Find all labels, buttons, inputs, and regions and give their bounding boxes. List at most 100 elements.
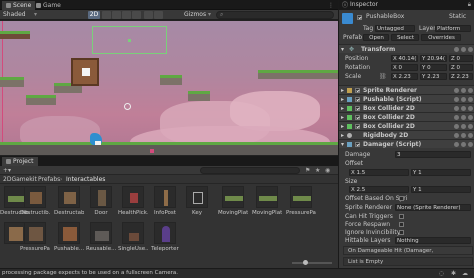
component-enabled-checkbox[interactable]: [355, 115, 360, 120]
scene-view[interactable]: [0, 21, 338, 155]
layer-dropdown[interactable]: Platform: [435, 25, 471, 32]
force-respawn-checkbox[interactable]: [399, 222, 404, 227]
lock-icon[interactable]: 🔒︎: [468, 0, 471, 9]
tab-menu-icon[interactable]: ⋮: [328, 2, 334, 9]
slider-knob[interactable]: [303, 260, 308, 265]
component-menu-icons[interactable]: [454, 88, 473, 93]
can-hit-checkbox[interactable]: [399, 214, 404, 219]
component-header-box-collider[interactable]: ▸ Box Collider 2D: [339, 121, 474, 130]
breadcrumb-item[interactable]: Prefabs: [38, 176, 60, 183]
damage-field[interactable]: 3: [395, 151, 471, 158]
breadcrumb-item[interactable]: Interactables: [66, 176, 105, 183]
position-x-field[interactable]: X 40.14(: [391, 55, 418, 62]
component-enabled-checkbox[interactable]: [355, 97, 360, 102]
offset-y-field[interactable]: Y 1: [411, 169, 471, 176]
object-name-field[interactable]: PushableBox: [366, 13, 404, 20]
asset-item[interactable]: Destructib...: [20, 186, 50, 216]
gizmos-dropdown[interactable]: Gizmos: [184, 11, 206, 19]
2d-toggle[interactable]: 2D: [88, 11, 100, 19]
active-checkbox[interactable]: [357, 15, 362, 20]
tab-project[interactable]: Project: [2, 157, 38, 166]
shading-dropdown[interactable]: Shaded: [3, 11, 26, 19]
scale-z-field[interactable]: Z 2.23: [449, 73, 473, 80]
prefab-overrides-dropdown[interactable]: Overrides: [421, 34, 461, 41]
hidden-objects-toggle[interactable]: [132, 11, 141, 19]
asset-item[interactable]: InfoPost: [150, 186, 180, 216]
component-enabled-checkbox[interactable]: [355, 88, 360, 93]
component-menu-icons[interactable]: [454, 47, 473, 52]
prefab-select-button[interactable]: Select: [391, 34, 419, 41]
asset-item[interactable]: Teleporter: [150, 222, 180, 252]
script-icon: [347, 97, 352, 102]
sprite-renderer-field[interactable]: None (Sprite Renderer): [395, 204, 471, 211]
tag-dropdown[interactable]: Untagged: [375, 25, 415, 32]
selection-rect[interactable]: [92, 26, 167, 54]
offset-sprite-checkbox[interactable]: [399, 196, 404, 201]
size-y-field[interactable]: Y 1: [411, 186, 471, 193]
size-x-field[interactable]: X 2.5: [349, 186, 409, 193]
ignore-invincibility-checkbox[interactable]: [399, 230, 404, 235]
component-enabled-checkbox[interactable]: [355, 142, 360, 147]
asset-item[interactable]: MovingPlat...: [218, 186, 248, 216]
asset-item[interactable]: PressurePad: [20, 222, 50, 252]
hittable-layers-dropdown[interactable]: Nothing: [395, 237, 471, 244]
asset-item[interactable]: Key: [182, 186, 212, 216]
audio-toggle[interactable]: [112, 11, 121, 19]
asset-item[interactable]: Pushable...: [54, 222, 84, 252]
rotation-y-field[interactable]: Y 0: [420, 64, 447, 71]
component-header-damager[interactable]: ▾ Damager (Script): [339, 139, 474, 148]
tab-game[interactable]: Game: [32, 1, 65, 10]
asset-item[interactable]: MovingPlat...: [252, 186, 282, 216]
component-header-box-collider[interactable]: ▸ Box Collider 2D: [339, 112, 474, 121]
component-menu-icons[interactable]: [454, 142, 473, 147]
component-header-pushable[interactable]: ▸ Pushable (Script): [339, 94, 474, 103]
asset-item[interactable]: Destructab...: [54, 186, 84, 216]
component-header-sprite-renderer[interactable]: ▸ Sprite Renderer: [339, 85, 474, 94]
position-z-field[interactable]: Z 0: [449, 55, 473, 62]
asset-item[interactable]: PressurePad: [286, 186, 316, 216]
asset-item[interactable]: SingleUse...: [118, 222, 148, 252]
status-message[interactable]: processing package expects to be used on…: [2, 270, 178, 276]
prefab-open-button[interactable]: Open: [363, 34, 389, 41]
add-icon[interactable]: +▾: [3, 167, 11, 174]
component-menu-icons[interactable]: [454, 115, 473, 120]
component-title: Damager (Script): [363, 141, 422, 148]
scale-x-field[interactable]: X 2.23: [391, 73, 418, 80]
rotation-z-field[interactable]: Z 0: [449, 64, 473, 71]
component-menu-icons[interactable]: [454, 133, 473, 138]
component-enabled-checkbox[interactable]: [355, 106, 360, 111]
effects-toggle[interactable]: [122, 11, 131, 19]
project-search-input[interactable]: [200, 167, 300, 174]
grid-icon[interactable]: [154, 11, 163, 19]
asset-item[interactable]: Reusable...: [86, 222, 116, 252]
camera-icon[interactable]: [144, 11, 153, 19]
transform-gizmo-icon[interactable]: [124, 103, 131, 110]
filter-icon[interactable]: ⚑: [305, 167, 310, 174]
rect-handle[interactable]: [128, 39, 131, 42]
list-empty-label: List is Empty: [348, 259, 384, 265]
component-header-transform[interactable]: ▾ ✥ Transform: [339, 44, 474, 53]
component-header-rigidbody[interactable]: ▸ Rigidbody 2D: [339, 130, 474, 139]
offset-x-field[interactable]: X 1.5: [349, 169, 409, 176]
scale-y-field[interactable]: Y 2.23: [420, 73, 447, 80]
tab-inspector-label[interactable]: Inspector: [350, 0, 378, 9]
pushable-box[interactable]: [71, 58, 99, 86]
asset-item[interactable]: HealthPick...: [118, 186, 148, 216]
thumbnail-size-slider[interactable]: [292, 260, 332, 265]
eye-icon[interactable]: ◉: [325, 167, 330, 174]
star-icon[interactable]: ★: [315, 167, 320, 174]
component-menu-icons[interactable]: [454, 106, 473, 111]
position-y-field[interactable]: Y 20.94(: [420, 55, 447, 62]
link-icon[interactable]: ⛓: [379, 72, 387, 81]
component-enabled-checkbox[interactable]: [355, 124, 360, 129]
tab-scene[interactable]: Scene: [2, 1, 36, 10]
rotation-x-field[interactable]: X 0: [391, 64, 418, 71]
asset-item[interactable]: Door: [86, 186, 116, 216]
component-header-box-collider[interactable]: ▸ Box Collider 2D: [339, 103, 474, 112]
lighting-toggle[interactable]: [102, 11, 111, 19]
component-menu-icons[interactable]: [454, 124, 473, 129]
asset-label: Door: [94, 210, 108, 216]
component-menu-icons[interactable]: [454, 97, 473, 102]
scene-search-input[interactable]: ⌕: [216, 11, 334, 19]
rigidbody-icon: [347, 133, 352, 138]
